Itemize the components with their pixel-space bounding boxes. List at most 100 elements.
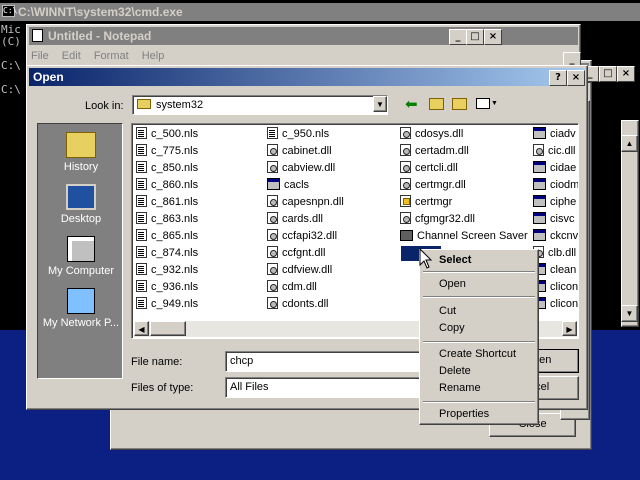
file-item[interactable]: c_936.nls xyxy=(136,279,198,296)
file-item[interactable]: c_865.nls xyxy=(136,228,198,245)
view-menu-icon[interactable] xyxy=(476,98,490,109)
scroll-thumb[interactable] xyxy=(150,321,186,336)
dll-file-icon xyxy=(267,280,278,292)
my-computer-icon xyxy=(67,236,95,262)
file-item[interactable]: cdosys.dll xyxy=(400,126,463,143)
cmd-titlebar[interactable]: C:\ C:\WINNT\system32\cmd.exe xyxy=(0,3,640,21)
file-item[interactable]: c_861.nls xyxy=(136,194,198,211)
view-menu-dropdown-icon[interactable]: ▼ xyxy=(491,97,498,111)
file-item[interactable]: c_874.nls xyxy=(136,245,198,262)
file-item[interactable]: cdm.dll xyxy=(267,279,317,296)
context-properties[interactable]: Properties xyxy=(439,406,489,423)
notepad-close-button[interactable]: × xyxy=(484,29,502,45)
look-in-dropdown-button[interactable]: ▼ xyxy=(373,96,387,112)
file-item[interactable]: cisvc xyxy=(533,211,574,228)
files-of-type-combobox[interactable]: All Files xyxy=(225,377,425,398)
file-item[interactable]: cabview.dll xyxy=(267,160,335,177)
file-item[interactable]: c_850.nls xyxy=(136,160,198,177)
context-delete[interactable]: Delete xyxy=(439,363,471,380)
scroll-right-button[interactable]: ▶ xyxy=(562,321,577,336)
file-item[interactable]: clb.dll xyxy=(533,245,576,262)
dll-file-icon xyxy=(400,144,411,156)
file-name: ccfgnt.dll xyxy=(282,247,326,259)
context-copy[interactable]: Copy xyxy=(439,320,465,337)
file-item[interactable]: ciphe xyxy=(533,194,576,211)
places-desktop[interactable]: Desktop xyxy=(38,184,124,225)
look-in-combobox[interactable]: system32 ▼ xyxy=(132,95,388,115)
back-window-maximize-button[interactable]: □ xyxy=(599,66,617,82)
file-item[interactable]: c_932.nls xyxy=(136,262,198,279)
menu-help[interactable]: Help xyxy=(142,50,165,62)
exe-file-icon xyxy=(533,212,546,224)
file-item[interactable]: ckcnv xyxy=(533,228,578,245)
file-item[interactable]: cdfview.dll xyxy=(267,262,332,279)
file-item[interactable]: clean xyxy=(533,262,576,279)
file-item[interactable]: c_950.nls xyxy=(267,126,329,143)
file-item[interactable]: ccfgnt.dll xyxy=(267,245,325,262)
context-rename[interactable]: Rename xyxy=(439,380,481,397)
file-item[interactable]: ciodm xyxy=(533,177,578,194)
file-name: cdosys.dll xyxy=(415,128,464,140)
file-name: certadm.dll xyxy=(415,145,469,157)
notepad-minimize-button[interactable]: _ xyxy=(449,29,467,45)
places-my-network[interactable]: My Network P... xyxy=(38,288,124,329)
dll-file-icon xyxy=(267,161,278,173)
file-name: ckcnv xyxy=(550,230,579,242)
places-my-computer[interactable]: My Computer xyxy=(38,236,124,277)
open-dialog-close-button[interactable]: × xyxy=(567,70,585,86)
menu-file[interactable]: File xyxy=(31,50,49,62)
open-dialog-titlebar[interactable]: Open xyxy=(29,68,585,86)
menu-format[interactable]: Format xyxy=(94,50,129,62)
file-item[interactable]: Channel Screen Saver xyxy=(400,228,528,245)
file-name-input[interactable]: chcp xyxy=(225,351,425,372)
places-history[interactable]: History xyxy=(38,132,124,173)
file-item[interactable]: certcli.dll xyxy=(400,160,458,177)
context-create-shortcut[interactable]: Create Shortcut xyxy=(439,346,516,363)
cmd-scroll-up-button[interactable]: ▲ xyxy=(621,135,638,152)
places-label: History xyxy=(63,161,99,173)
file-item[interactable]: c_949.nls xyxy=(136,296,198,313)
menu-separator xyxy=(423,341,535,343)
file-item[interactable]: cidae xyxy=(533,160,576,177)
file-item[interactable]: cards.dll xyxy=(267,211,323,228)
file-item[interactable]: cabinet.dll xyxy=(267,143,332,160)
context-cut[interactable]: Cut xyxy=(439,303,456,320)
new-folder-icon[interactable] xyxy=(452,98,467,110)
file-item[interactable]: certadm.dll xyxy=(400,143,469,160)
help-button[interactable]: ? xyxy=(549,70,567,86)
context-open[interactable]: Open xyxy=(439,276,466,293)
back-window-close-button[interactable]: × xyxy=(617,66,635,82)
file-item[interactable]: cfgmgr32.dll xyxy=(400,211,475,228)
scroll-left-button[interactable]: ◀ xyxy=(134,321,149,336)
file-item[interactable]: cic.dll xyxy=(533,143,576,160)
menu-edit[interactable]: Edit xyxy=(62,50,81,62)
file-item[interactable]: cdonts.dll xyxy=(267,296,328,313)
file-item[interactable]: certmgr xyxy=(400,194,452,211)
file-item[interactable]: ccfapi32.dll xyxy=(267,228,337,245)
cmd-icon: C:\ xyxy=(2,5,18,17)
file-name: cdonts.dll xyxy=(282,298,329,310)
file-item[interactable]: ciadv xyxy=(533,126,576,143)
file-item[interactable]: c_863.nls xyxy=(136,211,198,228)
file-item[interactable]: c_500.nls xyxy=(136,126,198,143)
file-item[interactable]: clicon xyxy=(533,279,578,296)
file-name: cidae xyxy=(550,162,577,174)
dll-file-icon xyxy=(267,195,278,207)
file-item[interactable]: certmgr.dll xyxy=(400,177,466,194)
nls-file-icon xyxy=(136,161,147,173)
file-item[interactable]: c_775.nls xyxy=(136,143,198,160)
file-name: cards.dll xyxy=(282,213,323,225)
file-name: cdfview.dll xyxy=(282,264,333,276)
notepad-maximize-button[interactable]: □ xyxy=(466,29,484,45)
places-label: My Network P... xyxy=(42,317,120,329)
places-label: My Computer xyxy=(47,265,115,277)
cmd-scroll-down-button[interactable]: ▼ xyxy=(621,305,638,322)
file-item[interactable]: cacls xyxy=(267,177,309,194)
file-item[interactable]: capesnpn.dll xyxy=(267,194,344,211)
back-arrow-icon[interactable]: ⬅ xyxy=(405,96,418,112)
up-folder-icon[interactable] xyxy=(429,98,444,110)
context-select[interactable]: Select xyxy=(439,252,471,269)
file-item[interactable]: clicon xyxy=(533,296,578,313)
file-item[interactable]: c_860.nls xyxy=(136,177,198,194)
context-menu[interactable]: Select Open Cut Copy Create Shortcut Del… xyxy=(419,249,539,425)
